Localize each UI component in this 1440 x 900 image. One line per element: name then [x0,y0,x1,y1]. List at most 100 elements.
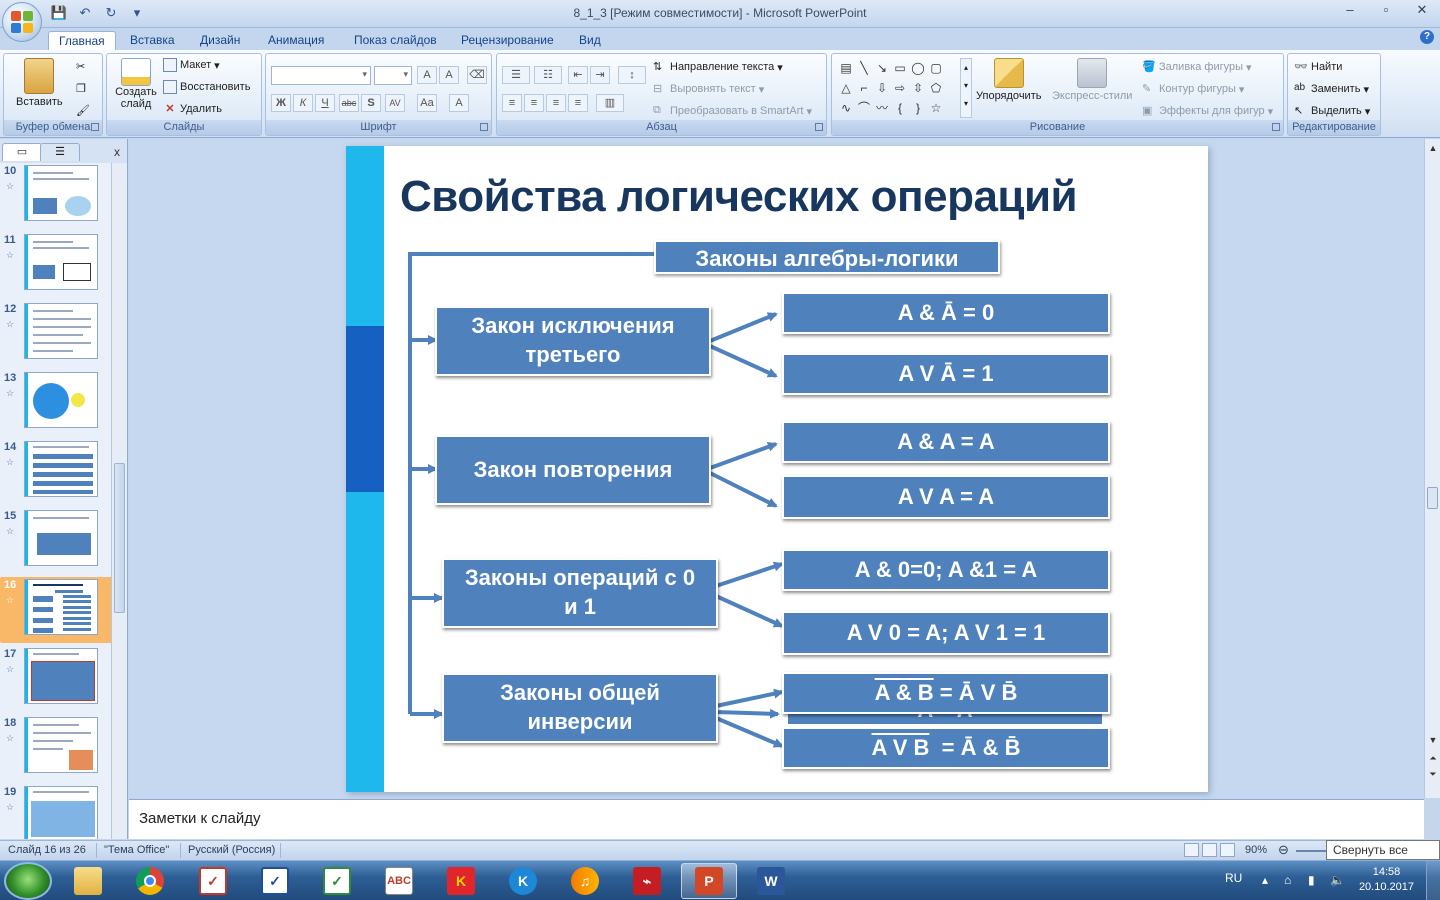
tab-outline-view[interactable]: ☰ [40,143,80,161]
dialog-launcher-icon[interactable] [91,123,99,131]
star-shape-icon[interactable]: ☆ [928,100,944,116]
shadow-icon[interactable]: S [361,94,381,112]
dialog-launcher-icon[interactable] [480,123,488,131]
arrow-up-down-shape-icon[interactable]: ⇳ [910,80,926,96]
scroll-down-icon[interactable]: ▼ [1425,733,1440,747]
formula-box[interactable]: A & A = A [782,421,1110,463]
slide-thumbnail[interactable] [24,372,98,428]
align-center-icon[interactable]: ≡ [524,94,544,112]
current-slide[interactable]: Свойства логических операций Законы алге… [346,146,1208,792]
formula-box[interactable]: A V Ā = 1 [782,353,1110,395]
arrange-button[interactable]: Упорядочить [976,58,1041,102]
tab-animation[interactable]: Анимация [258,31,334,50]
close-button[interactable]: ✕ [1404,0,1440,22]
delete-slide-button[interactable]: ✕ Удалить [163,102,222,116]
tab-slideshow[interactable]: Показ слайдов [344,31,447,50]
slideshow-view-icon[interactable] [1220,843,1235,857]
prev-slide-icon[interactable]: ⏶ [1425,751,1440,765]
slide-thumbnail[interactable] [24,510,98,566]
tab-view[interactable]: Вид [569,31,611,50]
align-right-icon[interactable]: ≡ [546,94,566,112]
grow-font-icon[interactable]: A [417,66,437,84]
network-icon[interactable]: ⌂ [1284,873,1291,887]
slide-thumbnail[interactable] [24,165,98,221]
slide-thumbnail[interactable] [24,234,98,290]
quick-styles-button[interactable]: Экспресс-стили [1052,58,1132,102]
panel-scroll-thumb[interactable] [114,463,125,613]
formula-box[interactable]: A & 0=0; A &1 = A [782,549,1110,591]
thumbnail-row[interactable]: 15 ☆ [0,508,112,574]
slide-thumbnail[interactable] [24,717,98,773]
thumbnail-row-selected[interactable]: 16 ☆ [0,577,112,643]
wave-shape-icon[interactable]: 〰 [874,100,890,116]
tab-slides-view[interactable]: ▭ [2,143,42,161]
format-painter-icon[interactable]: 🖌 [76,104,90,117]
decrease-indent-icon[interactable]: ⇤ [568,66,588,84]
taskbar-powerpoint[interactable]: P [681,863,737,899]
rectangle-shape-icon[interactable]: ▭ [892,60,908,76]
next-slide-icon[interactable]: ⏷ [1425,767,1440,781]
start-button[interactable] [4,862,52,900]
law-box-zero-one[interactable]: Законы операций с 0 и 1 [442,558,718,628]
slide-sorter-view-icon[interactable] [1202,843,1217,857]
slide-thumbnail[interactable] [24,648,98,704]
show-desktop-button[interactable] [1426,861,1440,900]
underline-icon[interactable]: Ч [315,94,335,112]
arrow-right-shape-icon[interactable]: ⇨ [892,80,908,96]
panel-scrollbar[interactable] [111,163,127,839]
rounded-rect-shape-icon[interactable]: ▢ [928,60,944,76]
office-button[interactable] [2,2,42,42]
dialog-launcher-icon[interactable] [815,123,823,131]
thumbnail-row[interactable]: 17 ☆ [0,646,112,712]
tab-review[interactable]: Рецензирование [451,31,564,50]
select-button[interactable]: ↖ Выделить ▾ [1294,104,1370,118]
battery-icon[interactable]: ▮ [1308,873,1315,887]
tab-insert[interactable]: Вставка [120,31,185,50]
font-size-select[interactable] [374,66,412,85]
textbox-shape-icon[interactable]: ▤ [838,60,854,76]
strikethrough-icon[interactable]: abc [339,94,359,112]
slide-thumbnail[interactable] [24,786,98,839]
brace-left-shape-icon[interactable]: { [892,100,908,116]
arc-shape-icon[interactable]: ⌒ [856,100,872,116]
slide-thumbnail[interactable] [24,579,98,635]
text-direction-button[interactable]: ⇅ Направление текста ▾ [653,60,783,74]
law-box-idempotence[interactable]: Закон повторения [435,435,711,505]
thumbnail-row[interactable]: 10 ☆ [0,163,112,229]
taskbar-test-app-2[interactable]: ✓ [247,863,303,899]
shrink-font-icon[interactable]: A [439,66,459,84]
slide-thumbnail[interactable] [24,303,98,359]
notes-pane[interactable]: Заметки к слайду [129,799,1424,839]
keyboard-language[interactable]: RU [1225,871,1242,885]
brace-right-shape-icon[interactable]: } [910,100,926,116]
theme-name[interactable]: "Тема Office" [104,844,169,856]
paste-button[interactable]: Вставить [16,58,63,108]
line-spacing-icon[interactable]: ↕ [618,66,646,84]
tray-expand-icon[interactable]: ▴ [1262,873,1268,887]
new-slide-button[interactable]: Создать слайд [113,58,159,110]
clear-format-icon[interactable]: ⌫ [467,66,487,84]
laws-header[interactable]: Законы алгебры-логики [654,240,1000,274]
reset-button[interactable]: Восстановить [163,80,250,94]
oval-shape-icon[interactable]: ◯ [910,60,926,76]
dialog-launcher-icon[interactable] [1272,123,1280,131]
minimize-button[interactable]: – [1332,0,1368,22]
line-shape-icon[interactable]: ╲ [856,60,872,76]
taskbar-chrome[interactable] [122,863,178,899]
thumbnail-row[interactable]: 19 ☆ [0,784,112,839]
taskbar-abc-app[interactable]: ABC [371,863,427,899]
columns-icon[interactable]: ▥ [596,94,624,112]
thumbnail-row[interactable]: 14 ☆ [0,439,112,505]
law-box-de-morgan[interactable]: Законы общей инверсии [442,673,718,743]
char-spacing-icon[interactable]: AV [385,94,405,112]
arrow-down-shape-icon[interactable]: ⇩ [874,80,890,96]
taskbar-test-app-1[interactable]: ✓ [185,863,241,899]
align-left-icon[interactable]: ≡ [502,94,522,112]
numbering-icon[interactable]: ☷ [534,66,562,84]
taskbar-kompas-app[interactable]: K [495,863,551,899]
bold-icon[interactable]: Ж [271,94,291,112]
thumbnail-row[interactable]: 12 ☆ [0,301,112,367]
find-button[interactable]: 👓 Найти [1294,60,1342,74]
bullets-icon[interactable]: ☰ [502,66,530,84]
curve-shape-icon[interactable]: ∿ [838,100,854,116]
